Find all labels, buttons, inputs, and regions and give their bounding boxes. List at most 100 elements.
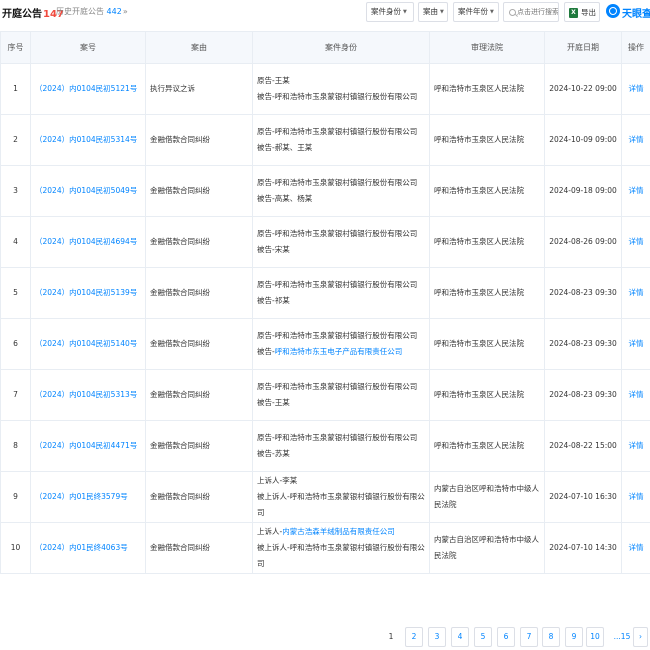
- column-header-parties: 案件身份: [252, 31, 430, 64]
- cell-cause: 金融借款合同纠纷: [145, 165, 253, 217]
- page-button[interactable]: 3: [428, 627, 446, 647]
- column-header-index: 序号: [0, 31, 31, 64]
- party-role: 原告-呼和浩特市玉泉蒙银村镇银行股份有限公司: [257, 331, 418, 340]
- cell-date: 2024-08-23 09:30: [544, 369, 622, 421]
- search-input[interactable]: [517, 5, 558, 19]
- column-header-case-no: 案号: [30, 31, 146, 64]
- filter-case-year[interactable]: 案件年份 ▼: [453, 2, 499, 22]
- case-number-link[interactable]: （2024）内0104民初5049号: [30, 165, 146, 217]
- cell-date: 2024-08-23 09:30: [544, 267, 622, 319]
- party-role: 原告-呼和浩特市玉泉蒙银村镇银行股份有限公司: [257, 229, 418, 238]
- case-number-link[interactable]: （2024）内0104民初5121号: [30, 63, 146, 115]
- pagination: 1 2 3 4 5 6 7 8 9 10 ...15 ›: [0, 627, 650, 647]
- cell-index: 9: [0, 471, 31, 523]
- cell-date: 2024-10-09 09:00: [544, 114, 622, 166]
- case-number-link[interactable]: （2024）内0104民初5314号: [30, 114, 146, 166]
- detail-link[interactable]: 详情: [621, 369, 650, 421]
- cell-parties: 上诉人-内蒙古浩森羊绒制品有限责任公司 被上诉人-呼和浩特市玉泉蒙银村镇银行股份有…: [252, 522, 430, 574]
- page-button[interactable]: ...15: [612, 627, 632, 647]
- case-number-link[interactable]: （2024）内0104民初5139号: [30, 267, 146, 319]
- party-role: 被告-: [257, 347, 275, 356]
- export-button[interactable]: X 导出: [564, 2, 600, 22]
- page-button[interactable]: 1: [382, 627, 400, 647]
- detail-link[interactable]: 详情: [621, 318, 650, 370]
- cell-cause: 金融借款合同纠纷: [145, 369, 253, 421]
- cell-court: 呼和浩特市玉泉区人民法院: [429, 165, 545, 217]
- page-button[interactable]: 5: [474, 627, 492, 647]
- detail-link[interactable]: 详情: [621, 114, 650, 166]
- cell-index: 7: [0, 369, 31, 421]
- cell-court: 呼和浩特市玉泉区人民法院: [429, 216, 545, 268]
- header: 开庭公告147 历史开庭公告 442» 案件身份▼ 案由▼ 案件年份▼ X 导出…: [0, 0, 650, 26]
- table-row: 6 （2024）内0104民初5140号 金融借款合同纠纷 原告-呼和浩特市玉泉蒙银村…: [0, 318, 650, 370]
- table-row: 9 （2024）内01民终3579号 金融借款合同纠纷 上诉人-李某 被上诉人-呼和浩特…: [0, 471, 650, 523]
- page-button[interactable]: 2: [405, 627, 423, 647]
- page-button[interactable]: 10: [586, 627, 604, 647]
- cell-date: 2024-08-22 15:00: [544, 420, 622, 472]
- table-row: 4 （2024）内0104民初4694号 金融借款合同纠纷 原告-呼和浩特市玉泉蒙银村…: [0, 216, 650, 268]
- cell-date: 2024-07-10 14:30: [544, 522, 622, 574]
- party-role: 原告-呼和浩特市玉泉蒙银村镇银行股份有限公司: [257, 382, 418, 391]
- cell-cause: 金融借款合同纠纷: [145, 522, 253, 574]
- party-role: 原告-王某: [257, 76, 290, 85]
- cell-index: 2: [0, 114, 31, 166]
- detail-link[interactable]: 详情: [621, 63, 650, 115]
- party-line: 被告-宋某: [257, 242, 425, 258]
- page-button[interactable]: 4: [451, 627, 469, 647]
- party-line: 原告-呼和浩特市玉泉蒙银村镇银行股份有限公司: [257, 379, 425, 395]
- page-button[interactable]: 8: [542, 627, 560, 647]
- search-box[interactable]: [503, 2, 559, 22]
- party-role: 被告-郝某、王某: [257, 143, 313, 152]
- detail-link[interactable]: 详情: [621, 420, 650, 472]
- cell-court: 内蒙古自治区呼和浩特市中级人民法院: [429, 522, 545, 574]
- caret-down-icon: ▼: [440, 9, 444, 15]
- party-role: 被告-宋某: [257, 245, 290, 254]
- cell-date: 2024-08-26 09:00: [544, 216, 622, 268]
- table-row: 3 （2024）内0104民初5049号 金融借款合同纠纷 原告-呼和浩特市玉泉蒙银村…: [0, 165, 650, 217]
- party-line: 被告-呼和浩特市玉泉蒙银村镇银行股份有限公司: [257, 89, 425, 105]
- party-company-link[interactable]: 内蒙古浩森羊绒制品有限责任公司: [282, 527, 395, 536]
- cell-cause: 金融借款合同纠纷: [145, 318, 253, 370]
- logo-icon: [606, 4, 620, 18]
- cell-parties: 原告-呼和浩特市玉泉蒙银村镇银行股份有限公司被告-王某: [252, 369, 430, 421]
- party-line: 原告-呼和浩特市玉泉蒙银村镇银行股份有限公司: [257, 430, 425, 446]
- cell-date: 2024-10-22 09:00: [544, 63, 622, 115]
- party-role: 被告-高某、杨某: [257, 194, 313, 203]
- history-count: 442: [106, 7, 122, 16]
- case-number-link[interactable]: （2024）内01民终3579号: [30, 471, 146, 523]
- cell-index: 6: [0, 318, 31, 370]
- chevron-right-icon[interactable]: ›: [633, 627, 648, 647]
- filter-label: 案件身份: [371, 7, 401, 16]
- detail-link[interactable]: 详情: [621, 165, 650, 217]
- case-number-link[interactable]: （2024）内0104民初4471号: [30, 420, 146, 472]
- detail-link[interactable]: 详情: [621, 471, 650, 523]
- column-header-cause: 案由: [145, 31, 253, 64]
- detail-link[interactable]: 详情: [621, 267, 650, 319]
- party-role: 被上诉人-呼和浩特市玉泉蒙银村镇银行股份有限公司: [257, 543, 425, 568]
- party-line: 被告-郝某、王某: [257, 140, 425, 156]
- case-number-link[interactable]: （2024）内0104民初5313号: [30, 369, 146, 421]
- excel-icon: X: [569, 8, 578, 18]
- case-number-link[interactable]: （2024）内0104民初5140号: [30, 318, 146, 370]
- history-notices-link[interactable]: 历史开庭公告 442»: [56, 6, 128, 17]
- filter-case-identity[interactable]: 案件身份 ▼: [366, 2, 414, 22]
- case-number-link[interactable]: （2024）内0104民初4694号: [30, 216, 146, 268]
- cell-date: 2024-07-10 16:30: [544, 471, 622, 523]
- filter-cause[interactable]: 案由 ▼: [418, 2, 448, 22]
- page-button[interactable]: 9: [565, 627, 583, 647]
- cell-cause: 金融借款合同纠纷: [145, 471, 253, 523]
- page-button[interactable]: 6: [497, 627, 515, 647]
- cell-parties: 原告-呼和浩特市玉泉蒙银村镇银行股份有限公司被告-高某、杨某: [252, 165, 430, 217]
- case-number-link[interactable]: （2024）内01民终4063号: [30, 522, 146, 574]
- party-line: 原告-呼和浩特市玉泉蒙银村镇银行股份有限公司: [257, 175, 425, 191]
- cell-court: 内蒙古自治区呼和浩特市中级人民法院: [429, 471, 545, 523]
- cell-index: 5: [0, 267, 31, 319]
- party-line: 被告-王某: [257, 395, 425, 411]
- page-button[interactable]: 7: [520, 627, 538, 647]
- party-role: 原告-呼和浩特市玉泉蒙银村镇银行股份有限公司: [257, 127, 418, 136]
- table-row: 5 （2024）内0104民初5139号 金融借款合同纠纷 原告-呼和浩特市玉泉蒙银村…: [0, 267, 650, 319]
- party-line: 被告-呼和浩特市东玉电子产品有限责任公司: [257, 344, 425, 360]
- detail-link[interactable]: 详情: [621, 522, 650, 574]
- detail-link[interactable]: 详情: [621, 216, 650, 268]
- party-company-link[interactable]: 呼和浩特市东玉电子产品有限责任公司: [275, 347, 403, 356]
